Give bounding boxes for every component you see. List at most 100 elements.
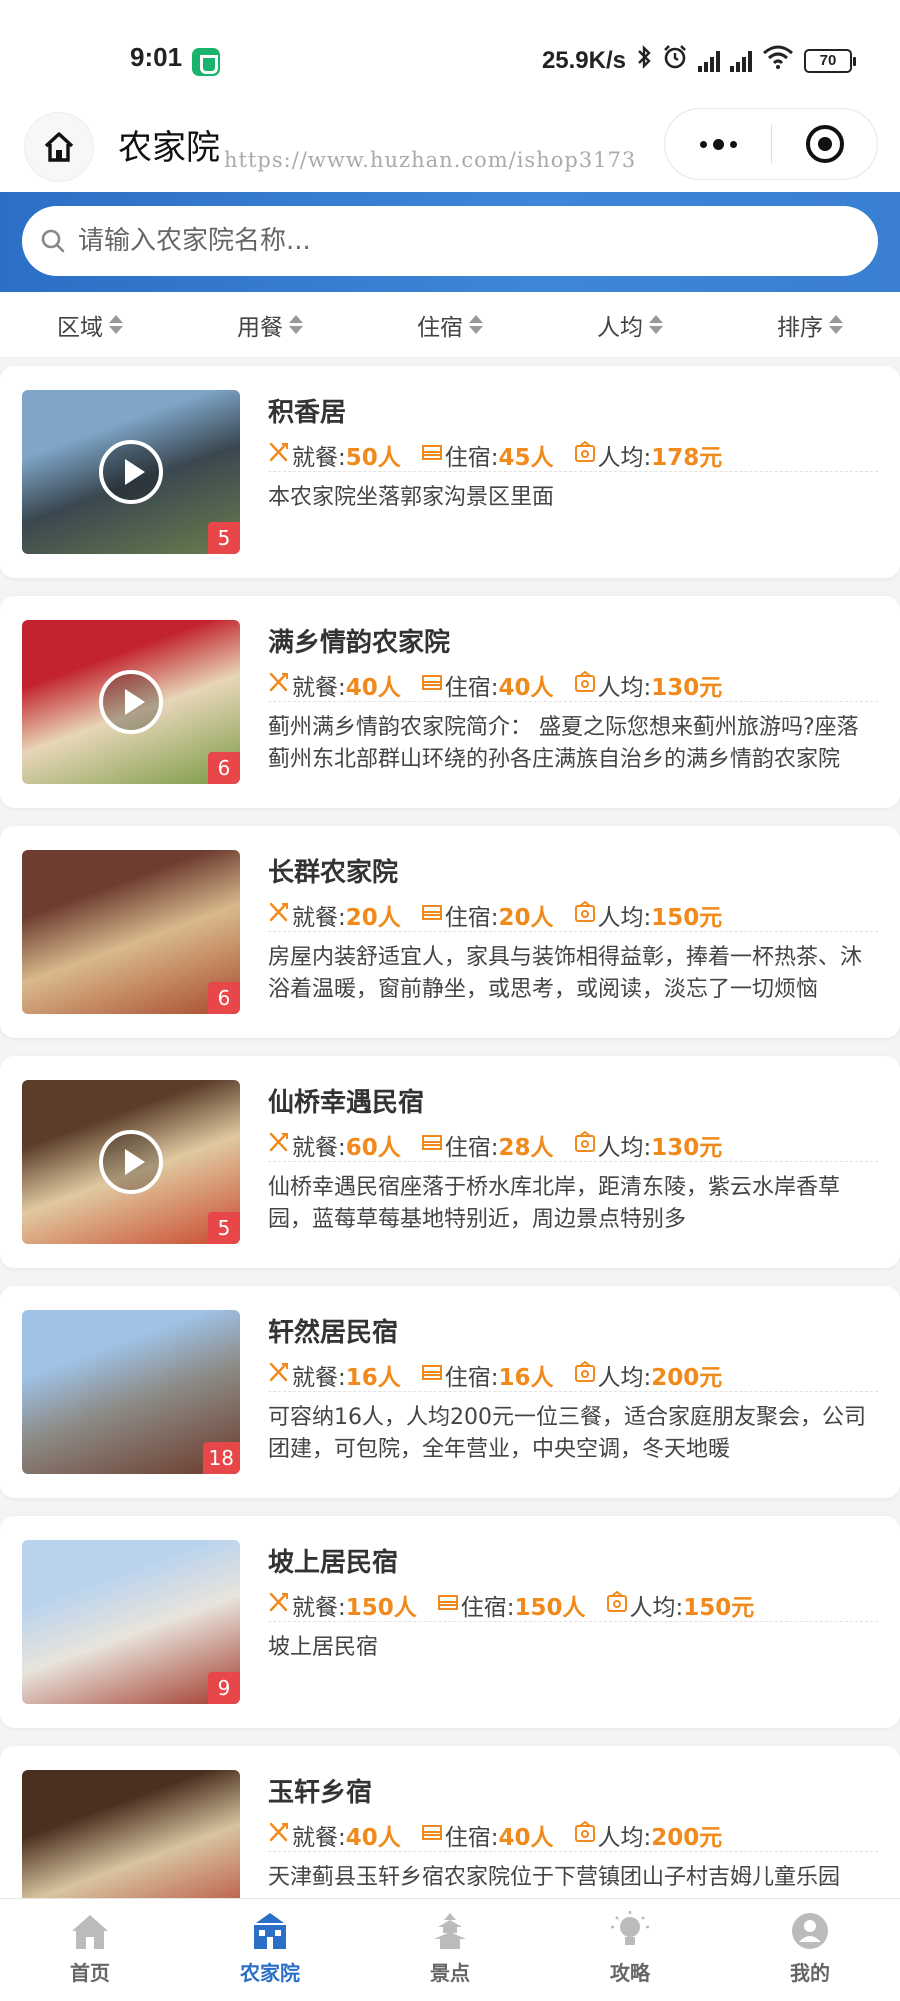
tab-guides[interactable]: 攻略 [540, 1899, 720, 2001]
nav-bar: 农家院 https://www.huzhan.com/ishop3173 [0, 100, 900, 192]
wallet-icon [606, 1590, 630, 1619]
bed-icon [421, 901, 445, 929]
tab-bar: 首页 农家院 景点 攻略 我的 [0, 1898, 900, 2001]
listing-title[interactable]: 坡上居民宿 [268, 1542, 398, 1579]
per-capita-label: 人均: [597, 1824, 652, 1851]
lodging-value: 40人 [498, 1824, 554, 1851]
photo-count-badge: 5 [208, 1212, 240, 1244]
lodging-label: 住宿: [444, 674, 499, 701]
wallet-icon [574, 670, 598, 699]
lodging-value: 16人 [498, 1364, 554, 1391]
listing-title[interactable]: 轩然居民宿 [268, 1312, 398, 1349]
wifi-icon [762, 45, 794, 76]
lodging-stat: 住宿: 45人 [421, 438, 554, 472]
listing-card[interactable]: 5 积香居 就餐: 50人 住宿: 45人 人均: 178元 本农家院坐落郭家沟景区里面 [0, 366, 900, 578]
listing-description: 本农家院坐落郭家沟景区里面 [268, 485, 555, 510]
listing-photo[interactable]: 18 [22, 1310, 240, 1474]
per-capita-stat: 人均: 150元 [574, 898, 722, 932]
tab-label: 景点 [430, 1961, 470, 1985]
listing-title[interactable]: 长群农家院 [268, 852, 398, 889]
dining-value: 20人 [345, 904, 401, 931]
filter-dining[interactable]: 用餐 [180, 308, 360, 342]
lodging-value: 40人 [498, 674, 554, 701]
watermark: https://www.huzhan.com/ishop3173 [224, 148, 637, 172]
search-input[interactable] [78, 226, 838, 256]
home-icon [44, 132, 74, 162]
listing-description: 可容纳16人，人均200元一位三餐，适合家庭朋友聚会，公司团建，可包院，全年营业… [268, 1405, 866, 1462]
filter-sort[interactable]: 排序 [720, 308, 900, 342]
per-capita-label: 人均: [597, 674, 652, 701]
dining-label: 就餐: [292, 444, 346, 471]
dining-stat: 就餐: 16人 [268, 1358, 401, 1392]
listing-photo[interactable]: 6 [22, 620, 240, 784]
sort-arrows-icon [649, 315, 663, 334]
lodging-stat: 住宿: 150人 [437, 1588, 586, 1622]
filter-lodging[interactable]: 住宿 [360, 308, 540, 342]
filter-region[interactable]: 区域 [0, 308, 180, 342]
lodging-stat: 住宿: 16人 [421, 1358, 554, 1392]
status-bar: 9:01 25.9K/s 70 [0, 0, 900, 100]
dining-stat: 就餐: 50人 [268, 438, 401, 472]
wallet-icon [574, 1130, 598, 1159]
per-capita-value: 150元 [683, 1594, 755, 1621]
listing-stats: 就餐: 150人 住宿: 150人 人均: 150元 [268, 1588, 878, 1622]
signal-icon-2 [730, 50, 752, 72]
filter-per-capita[interactable]: 人均 [540, 308, 720, 342]
photo-count-badge: 18 [202, 1442, 240, 1474]
per-capita-value: 130元 [651, 1134, 723, 1161]
listing-photo[interactable]: 9 [22, 1540, 240, 1704]
play-icon[interactable] [99, 440, 163, 504]
filter-bar: 区域 用餐 住宿 人均 排序 [0, 292, 900, 358]
network-speed: 25.9K/s [541, 46, 626, 74]
dining-icon [268, 671, 292, 699]
home-icon [72, 1915, 108, 1949]
per-capita-label: 人均: [597, 1134, 652, 1161]
close-button[interactable] [772, 109, 877, 179]
listing-stats: 就餐: 50人 住宿: 45人 人均: 178元 [268, 438, 878, 472]
filter-label: 住宿 [417, 314, 463, 341]
play-icon[interactable] [99, 1130, 163, 1194]
play-icon[interactable] [99, 670, 163, 734]
tab-mine[interactable]: 我的 [720, 1899, 900, 2001]
listing-card[interactable]: 6 满乡情韵农家院 就餐: 40人 住宿: 40人 人均: 130元 蓟州满乡情韵农家院简介： … [0, 596, 900, 808]
listing-title[interactable]: 满乡情韵农家院 [268, 622, 450, 659]
tab-label: 首页 [70, 1961, 110, 1985]
listing-card[interactable]: 5 仙桥幸遇民宿 就餐: 60人 住宿: 28人 人均: 130元 仙桥幸遇民宿座落于桥水库北岸… [0, 1056, 900, 1268]
bed-icon [421, 1821, 445, 1849]
filter-label: 排序 [777, 314, 823, 341]
dining-value: 150人 [345, 1594, 417, 1621]
listing-photo[interactable]: 5 [22, 390, 240, 554]
tab-home[interactable]: 首页 [0, 1899, 180, 2001]
listing-stats: 就餐: 40人 住宿: 40人 人均: 200元 [268, 1818, 878, 1852]
listing-card[interactable]: 9 坡上居民宿 就餐: 150人 住宿: 150人 人均: 150元 坡上居民宿 [0, 1516, 900, 1728]
per-capita-label: 人均: [597, 444, 652, 471]
per-capita-stat: 人均: 150元 [606, 1588, 755, 1622]
listing-photo[interactable]: 5 [22, 1080, 240, 1244]
battery-indicator: 70 [804, 48, 856, 73]
tab-attractions[interactable]: 景点 [360, 1899, 540, 2001]
listing-photo[interactable]: 6 [22, 850, 240, 1014]
listing-card[interactable]: 6 长群农家院 就餐: 20人 住宿: 20人 人均: 150元 房屋内装舒适宜人，家具与装饰相… [0, 826, 900, 1038]
dining-value: 40人 [345, 674, 401, 701]
filter-label: 区域 [57, 314, 103, 341]
alarm-icon [662, 44, 688, 77]
dining-icon [268, 1131, 292, 1159]
dining-value: 60人 [345, 1134, 401, 1161]
dining-stat: 就餐: 40人 [268, 668, 401, 702]
listing-title[interactable]: 玉轩乡宿 [268, 1772, 372, 1809]
lodging-label: 住宿: [444, 444, 499, 471]
tab-farmhouse[interactable]: 农家院 [180, 1899, 360, 2001]
bluetooth-icon [636, 45, 652, 76]
listing-title[interactable]: 仙桥幸遇民宿 [268, 1082, 424, 1119]
more-button[interactable] [665, 109, 771, 179]
photo-count-badge: 5 [208, 522, 240, 554]
listing-stats: 就餐: 40人 住宿: 40人 人均: 130元 [268, 668, 878, 702]
per-capita-stat: 人均: 178元 [574, 438, 722, 472]
home-button[interactable] [24, 112, 94, 182]
lodging-label: 住宿: [444, 1824, 499, 1851]
listing-card[interactable]: 18 轩然居民宿 就餐: 16人 住宿: 16人 人均: 200元 可容纳16人，人均200元一… [0, 1286, 900, 1498]
sort-arrows-icon [829, 315, 843, 334]
search-box[interactable] [22, 206, 878, 276]
dining-icon [268, 441, 292, 469]
listing-title[interactable]: 积香居 [268, 392, 346, 429]
